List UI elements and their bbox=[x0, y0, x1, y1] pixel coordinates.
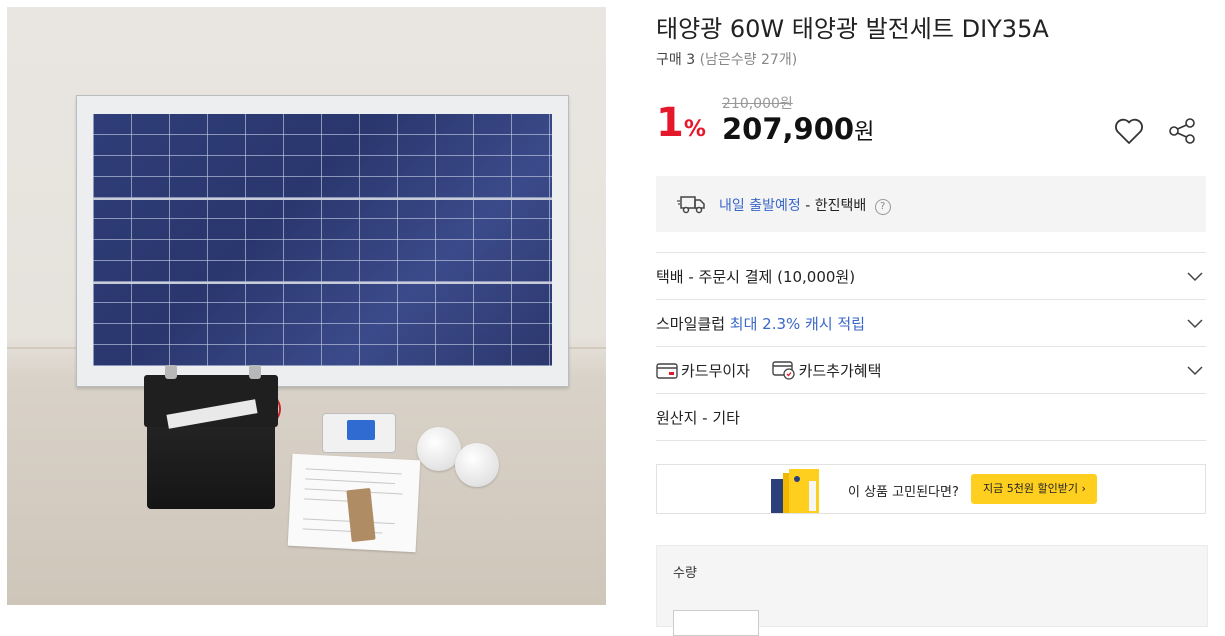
chevron-down-icon bbox=[1187, 366, 1203, 376]
shipping-text: 내일 출발예정 - 한진택배 ? bbox=[719, 195, 891, 215]
battery-terminal bbox=[249, 365, 261, 379]
shipping-carrier: - 한진택배 bbox=[805, 198, 867, 214]
original-price: 210,000원 bbox=[722, 96, 793, 112]
smile-club-row[interactable]: 스마일클럽 최대 2.3% 캐시 적립 bbox=[656, 299, 1206, 346]
coupon-card-icon bbox=[771, 469, 819, 513]
delivery-fee-text: 택배 - 주문시 결제 (10,000원) bbox=[656, 268, 856, 286]
smile-club-text: 스마일클럽 최대 2.3% 캐시 적립 bbox=[656, 313, 865, 334]
purchase-count: 구매 3 (남은수량 27개) bbox=[656, 49, 797, 69]
discount-unit: % bbox=[683, 117, 706, 142]
shipping-help-icon[interactable]: ? bbox=[874, 199, 891, 215]
sold-count: 구매 3 bbox=[656, 52, 696, 68]
led-bulb bbox=[455, 443, 499, 487]
panel-busbar bbox=[93, 198, 552, 200]
quantity-stepper[interactable] bbox=[673, 610, 759, 636]
origin-row: 원산지 - 기타 bbox=[656, 393, 1206, 441]
chevron-down-icon bbox=[1187, 272, 1203, 282]
card-benefits-row[interactable]: 카드무이자 카드추가혜택 bbox=[656, 346, 1206, 393]
share-button[interactable] bbox=[1165, 114, 1199, 148]
smile-club-label: 스마일클럽 bbox=[656, 315, 726, 333]
remaining-stock: (남은수량 27개) bbox=[699, 52, 798, 68]
quantity-section: 수량 bbox=[656, 545, 1208, 636]
solar-panel-cells bbox=[93, 114, 552, 366]
chevron-down-icon bbox=[1187, 319, 1203, 329]
promo-text: 이 상품 고민된다면? bbox=[848, 485, 959, 500]
share-icon bbox=[1169, 118, 1195, 144]
product-title: 태양광 60W 태양광 발전세트 DIY35A bbox=[656, 15, 1049, 43]
solar-panel bbox=[76, 95, 569, 387]
card-benefits-text: 카드무이자 카드추가혜택 bbox=[656, 360, 881, 381]
discount-number: 1 bbox=[656, 100, 684, 146]
truck-icon bbox=[677, 196, 705, 214]
wishlist-button[interactable] bbox=[1112, 114, 1146, 148]
sale-price-value: 207,900 bbox=[722, 112, 855, 146]
smile-club-benefit: 최대 2.3% 캐시 적립 bbox=[729, 315, 866, 333]
controller-screen bbox=[347, 420, 375, 440]
sale-price: 207,900원 bbox=[722, 112, 874, 146]
card-interest-free: 카드무이자 bbox=[681, 362, 751, 380]
panel-busbar bbox=[93, 282, 552, 284]
credit-card-icon bbox=[656, 363, 678, 379]
origin-text: 원산지 - 기타 bbox=[656, 409, 740, 427]
shipping-eta: 내일 출발예정 bbox=[719, 198, 801, 214]
battery bbox=[144, 365, 278, 509]
quantity-label: 수량 bbox=[673, 566, 697, 581]
shipping-info: 내일 출발예정 - 한진택배 ? bbox=[656, 176, 1206, 232]
discount-coupon-button[interactable]: 지금 5천원 할인받기 › bbox=[971, 474, 1097, 504]
promo-banner[interactable]: 이 상품 고민된다면? 지금 5천원 할인받기 › bbox=[656, 464, 1206, 514]
product-image[interactable] bbox=[7, 7, 606, 605]
card-extra-benefit: 카드추가혜택 bbox=[798, 362, 882, 380]
card-benefit-icon bbox=[771, 361, 795, 380]
charge-controller bbox=[322, 413, 396, 453]
discount-rate: 1% bbox=[656, 100, 706, 146]
currency-unit: 원 bbox=[854, 120, 875, 145]
delivery-fee-row[interactable]: 택배 - 주문시 결제 (10,000원) bbox=[656, 252, 1206, 299]
heart-icon bbox=[1115, 118, 1143, 144]
battery-terminal bbox=[165, 365, 177, 379]
